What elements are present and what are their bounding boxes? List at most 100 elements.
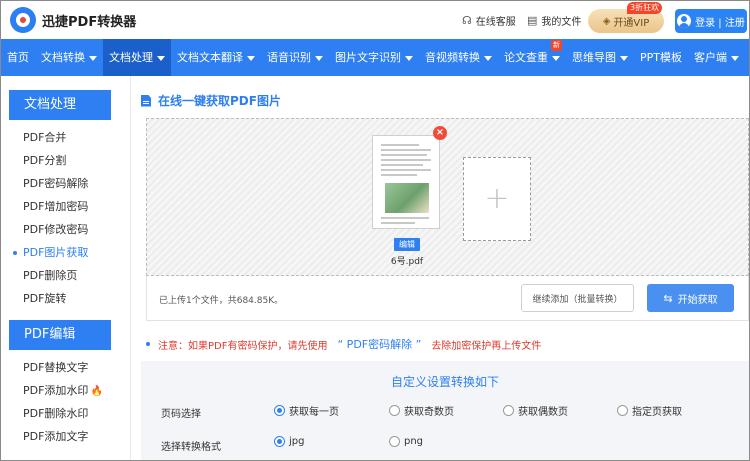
sidebar-item-label: PDF添加文字 <box>23 430 89 443</box>
pdf-unlock-link[interactable]: “ PDF密码解除 ” <box>337 336 421 352</box>
main-nav: 首页 文档转换 文档处理 文档文本翻译 语音识别 图片文字识别 音视频转换 论文查重新思维导图… <box>1 39 749 76</box>
nav-item-label: 客户端 <box>694 51 727 64</box>
nav-item-label: 图片文字识别 <box>335 51 401 64</box>
nav-item-0[interactable]: 首页 <box>1 39 35 76</box>
sidebar-doc-processing-item[interactable]: PDF图片获取 <box>1 241 130 264</box>
app-frame: 迅捷PDF转换器 ☊ 在线客服 ▤ 我的文件 ◈ 开通VIP 3折狂欢 登录 |… <box>0 0 750 461</box>
radio-icon[interactable] <box>274 405 285 416</box>
nav-item-label: 思维导图 <box>572 51 616 64</box>
sidebar-pdf-edit-item[interactable]: PDF删除水印 <box>1 402 130 425</box>
customer-service-label: 在线客服 <box>475 17 516 28</box>
caret-down-icon <box>552 55 560 61</box>
sidebar-doc-processing-item[interactable]: PDF删除页 <box>1 264 130 287</box>
sidebar-pdf-edit-item[interactable]: PDF添加文字 <box>1 425 130 448</box>
nav-item-label: 首页 <box>7 51 29 64</box>
sidebar-doc-processing-item[interactable]: PDF旋转 <box>1 287 130 310</box>
upload-dropzone[interactable]: × 编辑 6号.pdf + <box>146 118 749 276</box>
page-range-option[interactable]: 获取奇数页 <box>389 403 454 418</box>
nav-item-1[interactable]: 文档转换 <box>35 39 103 76</box>
page-range-option[interactable]: 获取每一页 <box>274 403 339 418</box>
radio-icon[interactable] <box>617 405 628 416</box>
sidebar: 文档处理 PDF合并 PDF分割 PDF密码解除 PDF增加密码 PDF修改密码 PDF图… <box>1 76 131 460</box>
file-icon <box>141 94 151 107</box>
edit-file-button[interactable]: 编辑 <box>394 238 420 251</box>
brand-logo[interactable]: 迅捷PDF转换器 <box>10 7 136 33</box>
conversion-settings: 自定义设置转换如下 页码选择 获取每一页 获取奇数页 获取偶数页 指定页获取 选择转换… <box>141 361 749 460</box>
caret-down-icon <box>484 55 492 61</box>
thumbnail-photo <box>385 183 429 213</box>
my-files-link[interactable]: ▤ 我的文件 <box>527 13 581 28</box>
user-icon <box>677 14 692 28</box>
sidebar-item-label: PDF合并 <box>23 131 67 144</box>
page-range-option[interactable]: 获取偶数页 <box>503 403 568 418</box>
start-convert-button[interactable]: ⇆ 开始获取 <box>647 284 734 312</box>
nav-item-5[interactable]: 图片文字识别 <box>329 39 419 76</box>
radio-icon[interactable] <box>274 436 285 447</box>
nav-item-7[interactable]: 论文查重新 <box>498 39 566 76</box>
caret-down-icon <box>620 55 628 61</box>
sidebar-doc-processing-item[interactable]: PDF合并 <box>1 126 130 149</box>
logo-icon <box>10 7 36 33</box>
new-badge: 新 <box>551 40 562 51</box>
brand-name: 迅捷PDF转换器 <box>42 14 137 30</box>
nav-item-label: PPT模板 <box>640 51 682 64</box>
sidebar-item-label: PDF修改密码 <box>23 223 89 236</box>
page-range-option-label: 获取偶数页 <box>518 407 568 418</box>
add-file-button[interactable]: + <box>463 157 531 241</box>
sidebar-pdf-edit-item[interactable]: PDF替换文字 <box>1 356 130 379</box>
diamond-icon: ◈ <box>602 15 611 27</box>
page-range-option-label: 获取奇数页 <box>404 407 454 418</box>
password-notice: 注意：如果PDF有密码保护，请先使用 “ PDF密码解除 ” 去除加密保护再上传… <box>146 336 541 352</box>
nav-item-8[interactable]: 思维导图 <box>566 39 634 76</box>
radio-icon[interactable] <box>389 436 400 447</box>
sidebar-doc-processing-item[interactable]: PDF增加密码 <box>1 195 130 218</box>
image-format-option[interactable]: jpg <box>274 436 304 447</box>
sidebar-item-label: PDF删除页 <box>23 269 78 282</box>
settings-title: 自定义设置转换如下 <box>390 375 499 389</box>
caret-down-icon <box>157 55 165 61</box>
caret-down-icon <box>405 55 413 61</box>
main-content: 在线一键获取PDF图片 × 编辑 6号.pdf + 已上传1个文件，共684.8… <box>132 76 749 460</box>
continue-add-button[interactable]: 继续添加（批量转换） <box>521 284 634 312</box>
nav-item-label: 文档处理 <box>109 51 153 64</box>
pdf-thumbnail[interactable] <box>372 135 440 229</box>
sidebar-doc-processing-item[interactable]: PDF密码解除 <box>1 172 130 195</box>
radio-icon[interactable] <box>503 405 514 416</box>
document-icon: ▤ <box>527 14 538 27</box>
sidebar-item-label: PDF添加水印 <box>23 384 89 397</box>
page-range-option-label: 指定页获取 <box>632 407 682 418</box>
sidebar-pdf-edit-item[interactable]: PDF添加水印 🔥 <box>1 379 130 402</box>
login-register-button[interactable]: 登录 | 注册 <box>675 9 747 33</box>
upload-summary: 已上传1个文件，共684.85K。 <box>159 296 284 306</box>
customer-service-link[interactable]: ☊ 在线客服 <box>462 13 516 28</box>
sidebar-doc-processing-item[interactable]: PDF分割 <box>1 149 130 172</box>
nav-item-6[interactable]: 音视频转换 <box>419 39 498 76</box>
page-title: 在线一键获取PDF图片 <box>141 92 281 109</box>
page-title-text: 在线一键获取PDF图片 <box>158 94 281 108</box>
nav-item-label: 文档转换 <box>41 51 85 64</box>
sidebar-item-label: PDF分割 <box>23 154 67 167</box>
top-header: 迅捷PDF转换器 ☊ 在线客服 ▤ 我的文件 ◈ 开通VIP 3折狂欢 登录 |… <box>1 1 749 39</box>
nav-item-3[interactable]: 文档文本翻译 <box>171 39 261 76</box>
radio-icon[interactable] <box>389 405 400 416</box>
nav-item-10[interactable]: 客户端 <box>688 39 745 76</box>
sidebar-item-label: PDF密码解除 <box>23 177 89 190</box>
sidebar-section-doc-processing: 文档处理 <box>9 90 111 120</box>
remove-file-icon[interactable]: × <box>433 126 447 140</box>
nav-item-2[interactable]: 文档处理 <box>103 39 171 76</box>
caret-down-icon <box>731 55 739 61</box>
hot-flame-icon: 🔥 <box>90 386 103 397</box>
file-name: 6号.pdf <box>390 257 424 267</box>
nav-item-4[interactable]: 语音识别 <box>261 39 329 76</box>
image-format-option[interactable]: png <box>389 436 423 447</box>
notice-suffix: 去除加密保护再上传文件 <box>431 340 542 352</box>
sidebar-item-label: PDF图片获取 <box>23 246 89 259</box>
format-selection-label: 选择转换格式 <box>161 442 221 453</box>
page-range-option-label: 获取每一页 <box>289 407 339 418</box>
sidebar-item-label: PDF替换文字 <box>23 361 89 374</box>
convert-icon: ⇆ <box>663 291 673 305</box>
page-range-option[interactable]: 指定页获取 <box>617 403 682 418</box>
start-convert-label: 开始获取 <box>677 294 718 306</box>
sidebar-doc-processing-item[interactable]: PDF修改密码 <box>1 218 130 241</box>
nav-item-9[interactable]: PPT模板 <box>634 39 688 76</box>
